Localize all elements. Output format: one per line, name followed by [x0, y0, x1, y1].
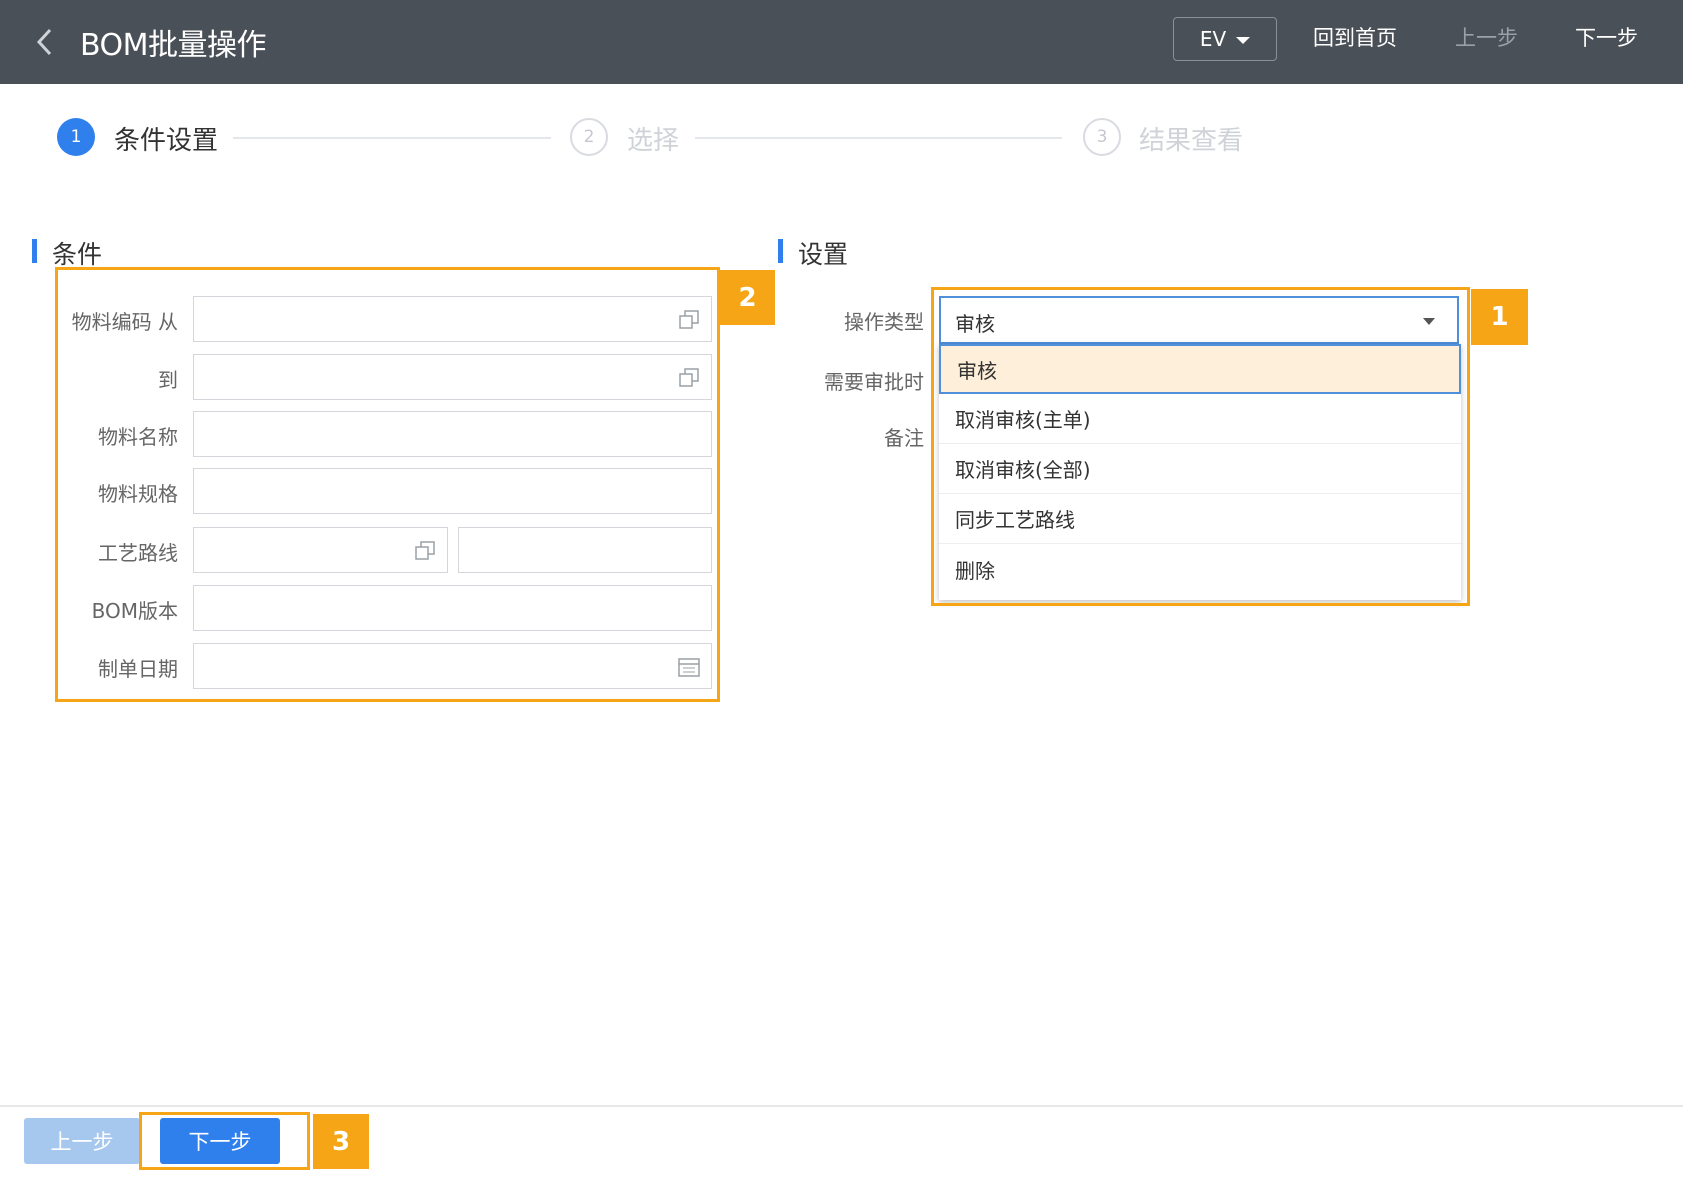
footer-prev-button[interactable]: 上一步	[24, 1118, 140, 1164]
highlight-box-3	[139, 1112, 310, 1170]
language-select[interactable]: EV	[1173, 17, 1277, 61]
settings-section-bar	[778, 239, 783, 263]
conditions-section-title: 条件	[52, 240, 103, 269]
highlight-box-1	[931, 287, 1470, 606]
highlight-box-2	[55, 267, 720, 702]
footer-divider	[0, 1105, 1683, 1107]
step-3-label: 结果查看	[1139, 126, 1244, 156]
caret-down-icon	[1236, 36, 1251, 44]
operation-type-label: 操作类型	[844, 310, 924, 334]
page-title: BOM批量操作	[80, 28, 267, 63]
conditions-section-bar	[32, 239, 37, 263]
step-connector-1	[233, 137, 551, 139]
badge-3: 3	[313, 1114, 369, 1169]
back-arrow-icon[interactable]	[30, 22, 60, 62]
top-header: BOM批量操作 EV 回到首页 上一步 下一步	[0, 0, 1683, 84]
step-connector-2	[695, 137, 1062, 139]
settings-section-title: 设置	[798, 240, 849, 269]
header-prev-step-link[interactable]: 上一步	[1455, 22, 1518, 52]
home-link[interactable]: 回到首页	[1313, 22, 1397, 52]
step-1-label: 条件设置	[114, 126, 219, 156]
approval-required-label: 需要审批时	[824, 370, 924, 394]
step-1-circle: 1	[57, 118, 95, 156]
step-2-circle: 2	[570, 118, 608, 156]
step-3-circle: 3	[1083, 118, 1121, 156]
badge-1: 1	[1471, 289, 1528, 345]
badge-2: 2	[720, 270, 775, 325]
step-2-label: 选择	[627, 126, 680, 156]
header-next-step-link[interactable]: 下一步	[1575, 22, 1638, 52]
language-value: EV	[1199, 27, 1227, 51]
remark-label: 备注	[884, 426, 924, 450]
